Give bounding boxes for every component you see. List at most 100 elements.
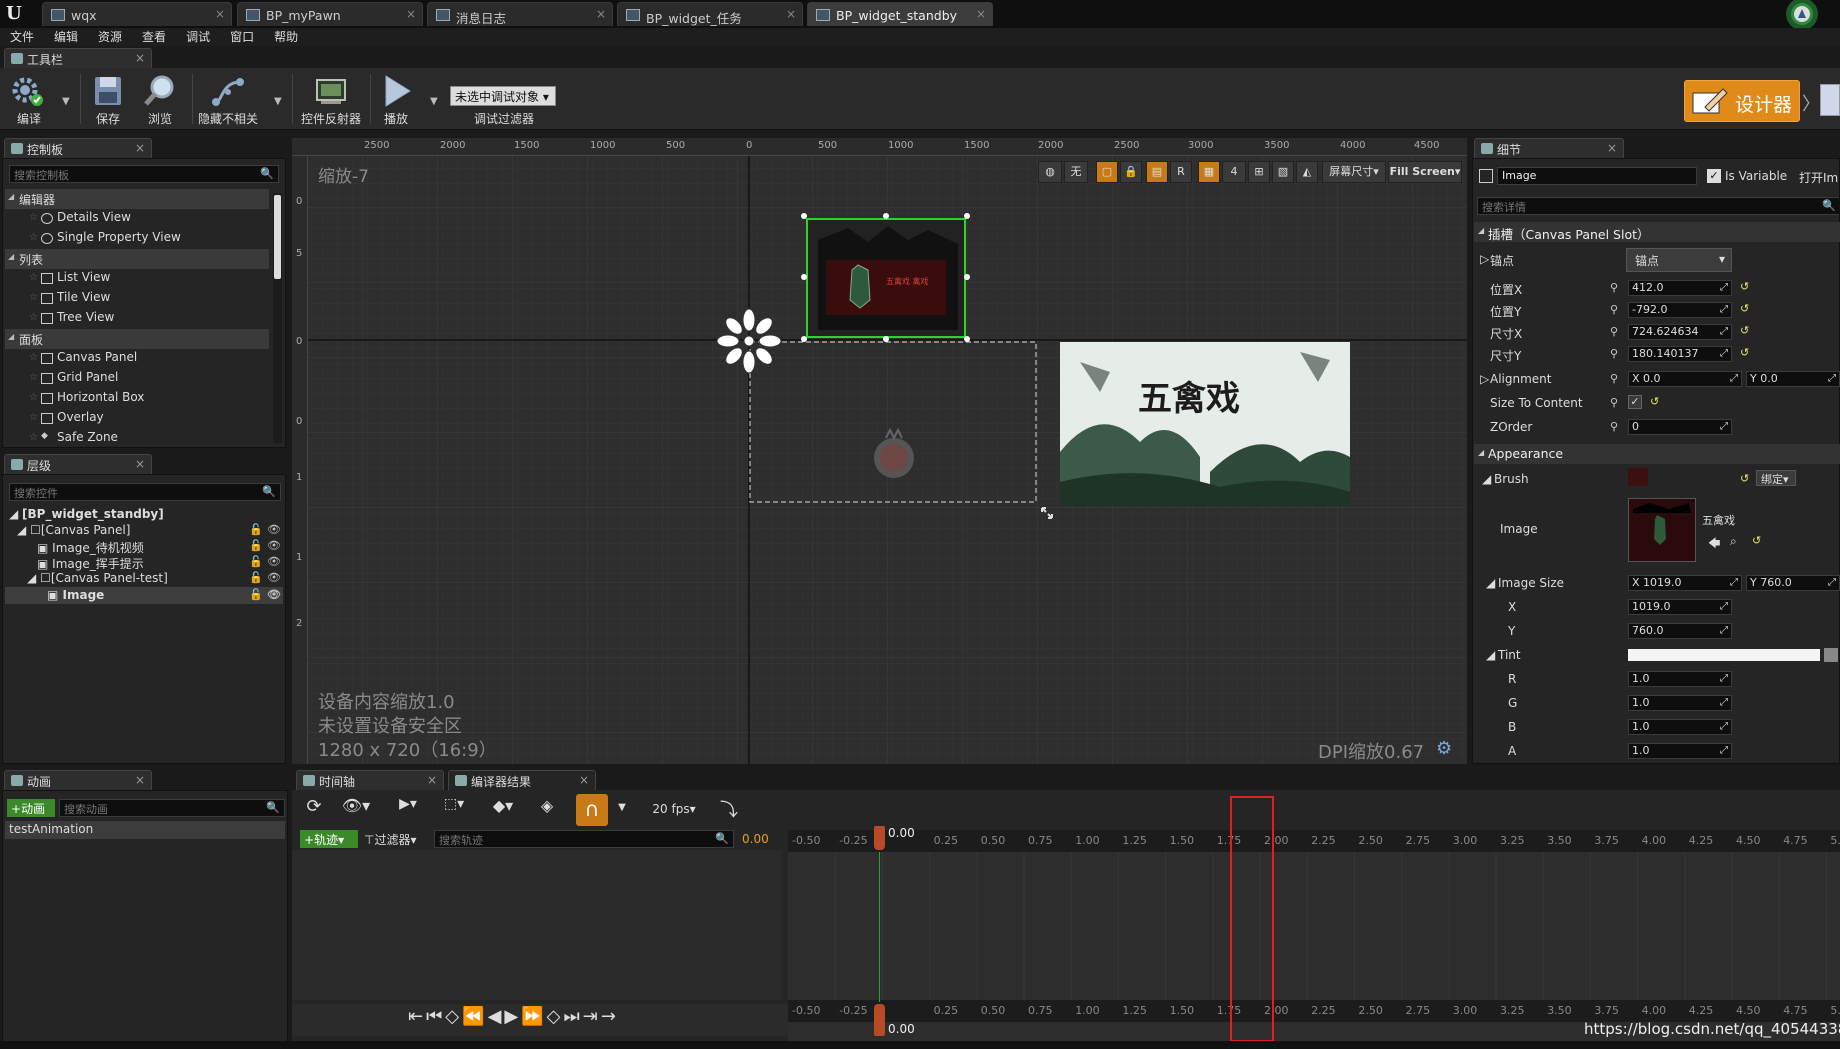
outline-button[interactable]: ⊞ <box>1248 161 1270 183</box>
reset-icon[interactable]: ↺ <box>1752 534 1761 547</box>
favorite-star-icon[interactable]: ☆ <box>29 392 38 403</box>
lock-icon[interactable]: 🔓 <box>249 555 263 568</box>
widget-reflector-button[interactable]: 控件反射器 <box>298 70 364 128</box>
tab-wqx[interactable]: wqx × <box>42 2 232 26</box>
hierarchy-item-image-wave-hint[interactable]: ▣ Image_挥手提示 🔓 👁 <box>37 555 281 571</box>
favorite-star-icon[interactable]: ☆ <box>29 232 38 243</box>
lock-icon[interactable]: 🔓 <box>249 588 263 601</box>
toolbar-panel-tab[interactable]: 工具栏 × <box>4 48 152 68</box>
refresh-icon[interactable]: ⟳ <box>302 796 326 824</box>
snap-options-arrow[interactable]: ▼ <box>614 796 630 824</box>
menu-asset[interactable]: 资源 <box>98 28 122 46</box>
tab-bp-widget-standby[interactable]: BP_widget_standby × <box>807 2 993 26</box>
palette-item-single-property-view[interactable]: ☆ Single Property View <box>29 230 181 248</box>
next-key-icon[interactable]: ◇ <box>547 1006 564 1027</box>
reset-icon[interactable]: ↺ <box>1740 280 1749 293</box>
hierarchy-item-canvas-panel[interactable]: ◢ ☐[Canvas Panel] 🔓 👁 <box>17 523 281 539</box>
close-icon[interactable]: × <box>427 773 437 787</box>
close-icon[interactable]: × <box>579 773 589 787</box>
tint-a-field[interactable]: 1.0 <box>1628 743 1732 759</box>
screen-size-dropdown[interactable]: 屏幕尺寸▾ <box>1322 161 1386 183</box>
size-x-field[interactable]: 724.624634 <box>1628 324 1732 340</box>
close-icon[interactable]: × <box>976 7 986 21</box>
palette-item-safe-zone[interactable]: ☆ ◆ Safe Zone <box>29 430 118 448</box>
tab-bp-mypawn[interactable]: BP_myPawn × <box>237 2 423 26</box>
anchors-expander-icon[interactable]: ▷ <box>1480 252 1489 266</box>
step-back-key-icon[interactable]: ⏮ <box>426 1006 445 1027</box>
favorite-star-icon[interactable]: ☆ <box>29 432 38 443</box>
key-dropdown-icon[interactable]: ◆▾ <box>486 796 520 824</box>
grid-snap-value-button[interactable]: 4 <box>1222 161 1246 183</box>
palette-item-horizontal-box[interactable]: ☆ Horizontal Box <box>29 390 144 408</box>
animation-panel-tab[interactable]: 动画 × <box>4 770 152 790</box>
reset-icon[interactable]: ↺ <box>1740 324 1749 337</box>
close-icon[interactable]: × <box>135 773 145 787</box>
play-options-arrow[interactable]: ▼ <box>430 96 438 107</box>
add-track-button[interactable]: +轨迹▾ <box>300 830 358 848</box>
open-image-link[interactable]: 打开Ima <box>1799 169 1839 186</box>
brush-expander-icon[interactable]: ◢ <box>1482 472 1491 486</box>
widget-name-input[interactable]: Image <box>1497 167 1697 185</box>
filter-dropdown[interactable]: ⊤过滤器▾ <box>364 831 417 848</box>
palette-scrollbar[interactable] <box>273 193 282 443</box>
image-size-x-field[interactable]: X 1019.0 <box>1628 575 1742 591</box>
palette-item-tree-view[interactable]: ☆ Tree View <box>29 310 114 328</box>
animation-search-input[interactable]: 搜索动画 🔍 <box>59 799 285 817</box>
dpi-settings-gear-icon[interactable]: ⚙ <box>1436 738 1452 759</box>
selection-handle[interactable] <box>801 274 807 280</box>
binding-icon[interactable]: ⚲ <box>1610 347 1618 360</box>
fps-dropdown[interactable]: 20 fps▾ <box>644 796 704 824</box>
lock-icon[interactable]: 🔒 <box>1120 161 1142 183</box>
lock-icon[interactable]: 🔓 <box>249 523 263 536</box>
tint-picker-button[interactable] <box>1824 648 1838 662</box>
bind-dropdown[interactable]: 绑定▾ <box>1756 470 1796 486</box>
hierarchy-panel-tab[interactable]: 层级 × <box>4 454 152 474</box>
palette-category-editor[interactable]: 编辑器 <box>5 189 269 209</box>
play-options-dropdown-icon[interactable]: ▶▾ <box>392 796 424 824</box>
close-icon[interactable]: × <box>1607 141 1617 155</box>
tab-bp-widget-task[interactable]: BP_widget_任务 × <box>617 2 803 26</box>
appearance-section[interactable]: Appearance <box>1474 444 1840 464</box>
jump-to-start-icon[interactable]: ⇤ <box>408 1006 426 1027</box>
hierarchy-item-image-standby-video[interactable]: ▣ Image_待机视频 🔓 👁 <box>37 539 281 555</box>
binding-icon[interactable]: ⚲ <box>1610 420 1618 433</box>
eye-icon[interactable]: 👁 <box>267 555 281 568</box>
menu-edit[interactable]: 编辑 <box>54 28 78 46</box>
tint-color-swatch[interactable] <box>1628 649 1820 661</box>
binding-icon[interactable]: ⚲ <box>1610 325 1618 338</box>
close-icon[interactable]: × <box>135 141 145 155</box>
selection-handle[interactable] <box>964 213 970 219</box>
selection-handle[interactable] <box>964 274 970 280</box>
source-control-globe-icon[interactable] <box>1780 0 1824 28</box>
tint-expander-icon[interactable]: ◢ <box>1486 648 1495 662</box>
hide-unrelated-button[interactable]: 隐藏不相关 <box>196 70 260 128</box>
wave-hint-image[interactable] <box>864 428 924 488</box>
hierarchy-item-image[interactable]: ▣ Image 🔓 👁 <box>47 588 281 604</box>
alignment-expander-icon[interactable]: ▷ <box>1480 372 1489 386</box>
graph-mode-button[interactable] <box>1820 84 1840 116</box>
step-forward-key-icon[interactable]: ⏭ <box>564 1006 583 1027</box>
position-x-field[interactable]: 412.0 <box>1628 280 1732 296</box>
playhead-top-handle[interactable] <box>874 826 885 850</box>
hierarchy-item-root[interactable]: ◢ [BP_widget_standby] <box>9 507 164 523</box>
reverse-play-icon[interactable]: ◀ <box>488 1006 505 1027</box>
loop-icon[interactable]: → <box>601 1006 619 1027</box>
alignment-y-field[interactable]: Y 0.0 <box>1746 371 1840 387</box>
hierarchy-item-canvas-panel-test[interactable]: ◢ ☐[Canvas Panel-test] 🔓 👁 <box>27 571 281 587</box>
curve-editor-icon[interactable]: ⤵ <box>714 796 744 824</box>
menu-window[interactable]: 窗口 <box>230 28 254 46</box>
palette-item-details-view[interactable]: ☆ Details View <box>29 210 131 228</box>
binding-icon[interactable]: ⚲ <box>1610 372 1618 385</box>
step-forward-icon[interactable]: ⏩ <box>521 1006 546 1027</box>
palette-category-list[interactable]: 列表 <box>5 249 269 269</box>
grid-snap-button[interactable]: ▦ <box>1198 161 1220 183</box>
play-button[interactable]: 播放 <box>374 70 418 128</box>
palette-item-canvas-panel[interactable]: ☆ Canvas Panel <box>29 350 137 368</box>
save-button[interactable]: 保存 <box>86 70 130 128</box>
respect-locks-button[interactable]: ▢ <box>1096 161 1118 183</box>
use-selected-asset-arrow-icon[interactable]: 🡄 <box>1708 534 1720 555</box>
details-panel-tab[interactable]: 细节 × <box>1474 138 1624 158</box>
preview-image-button[interactable]: ▧ <box>1272 161 1294 183</box>
favorite-star-icon[interactable]: ☆ <box>29 372 38 383</box>
prev-key-icon[interactable]: ◇ <box>445 1006 462 1027</box>
